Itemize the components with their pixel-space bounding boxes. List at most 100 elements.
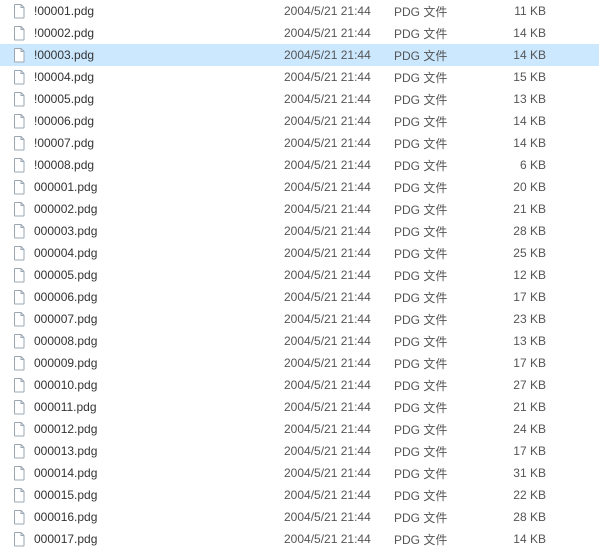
- file-name-cell[interactable]: !00003.pdg: [4, 47, 284, 63]
- file-row[interactable]: 000004.pdg2004/5/21 21:44PDG 文件25 KB: [0, 242, 599, 264]
- file-name-cell[interactable]: 000008.pdg: [4, 333, 284, 349]
- file-name: 000011.pdg: [34, 400, 97, 414]
- file-row[interactable]: 000003.pdg2004/5/21 21:44PDG 文件28 KB: [0, 220, 599, 242]
- file-name-cell[interactable]: 000001.pdg: [4, 179, 284, 195]
- file-name-cell[interactable]: !00002.pdg: [4, 25, 284, 41]
- file-size: 31 KB: [484, 466, 554, 480]
- file-type: PDG 文件: [394, 355, 484, 372]
- file-type: PDG 文件: [394, 179, 484, 196]
- file-name-cell[interactable]: 000009.pdg: [4, 355, 284, 371]
- file-name: 000004.pdg: [34, 246, 97, 260]
- file-type: PDG 文件: [394, 333, 484, 350]
- file-name: 000014.pdg: [34, 466, 97, 480]
- file-icon: [12, 91, 28, 107]
- file-date: 2004/5/21 21:44: [284, 268, 394, 282]
- file-name-cell[interactable]: 000015.pdg: [4, 487, 284, 503]
- file-size: 13 KB: [484, 334, 554, 348]
- file-date: 2004/5/21 21:44: [284, 290, 394, 304]
- file-row[interactable]: 000006.pdg2004/5/21 21:44PDG 文件17 KB: [0, 286, 599, 308]
- file-row[interactable]: 000015.pdg2004/5/21 21:44PDG 文件22 KB: [0, 484, 599, 506]
- file-row[interactable]: !00002.pdg2004/5/21 21:44PDG 文件14 KB: [0, 22, 599, 44]
- file-name: 000008.pdg: [34, 334, 97, 348]
- file-size: 17 KB: [484, 356, 554, 370]
- file-date: 2004/5/21 21:44: [284, 158, 394, 172]
- file-row[interactable]: 000011.pdg2004/5/21 21:44PDG 文件21 KB: [0, 396, 599, 418]
- file-row[interactable]: 000016.pdg2004/5/21 21:44PDG 文件28 KB: [0, 506, 599, 528]
- file-date: 2004/5/21 21:44: [284, 114, 394, 128]
- file-name-cell[interactable]: 000016.pdg: [4, 509, 284, 525]
- file-date: 2004/5/21 21:44: [284, 136, 394, 150]
- file-name-cell[interactable]: !00005.pdg: [4, 91, 284, 107]
- file-date: 2004/5/21 21:44: [284, 400, 394, 414]
- file-size: 13 KB: [484, 92, 554, 106]
- file-row[interactable]: 000009.pdg2004/5/21 21:44PDG 文件17 KB: [0, 352, 599, 374]
- file-name-cell[interactable]: !00006.pdg: [4, 113, 284, 129]
- file-size: 28 KB: [484, 510, 554, 524]
- file-date: 2004/5/21 21:44: [284, 532, 394, 546]
- file-type: PDG 文件: [394, 201, 484, 218]
- file-name-cell[interactable]: 000005.pdg: [4, 267, 284, 283]
- file-name: !00002.pdg: [34, 26, 94, 40]
- file-name: !00006.pdg: [34, 114, 94, 128]
- file-type: PDG 文件: [394, 135, 484, 152]
- file-type: PDG 文件: [394, 113, 484, 130]
- file-name-cell[interactable]: 000004.pdg: [4, 245, 284, 261]
- file-row[interactable]: !00004.pdg2004/5/21 21:44PDG 文件15 KB: [0, 66, 599, 88]
- file-size: 17 KB: [484, 444, 554, 458]
- file-type: PDG 文件: [394, 69, 484, 86]
- file-icon: [12, 179, 28, 195]
- file-row[interactable]: 000002.pdg2004/5/21 21:44PDG 文件21 KB: [0, 198, 599, 220]
- file-name: 000009.pdg: [34, 356, 97, 370]
- file-row[interactable]: 000017.pdg2004/5/21 21:44PDG 文件14 KB: [0, 528, 599, 550]
- file-row[interactable]: !00007.pdg 2004/5/21 21:44PDG 文件14 KB: [0, 132, 599, 154]
- file-size: 21 KB: [484, 202, 554, 216]
- file-name-cell[interactable]: 000013.pdg: [4, 443, 284, 459]
- file-icon: [12, 25, 28, 41]
- file-name: !00004.pdg: [34, 70, 94, 84]
- file-name-cell[interactable]: !00007.pdg: [4, 135, 284, 151]
- file-name-cell[interactable]: 000012.pdg: [4, 421, 284, 437]
- file-size: 14 KB: [484, 114, 554, 128]
- file-date: 2004/5/21 21:44: [284, 510, 394, 524]
- file-date: 2004/5/21 21:44: [284, 422, 394, 436]
- file-icon: [12, 531, 28, 547]
- file-name-cell[interactable]: 000011.pdg: [4, 399, 284, 415]
- file-name-cell[interactable]: !00008.pdg: [4, 157, 284, 173]
- file-name: !00007.pdg: [34, 136, 94, 150]
- file-row[interactable]: 000013.pdg2004/5/21 21:44PDG 文件17 KB: [0, 440, 599, 462]
- file-size: 14 KB: [484, 48, 554, 62]
- file-row[interactable]: 000005.pdg2004/5/21 21:44PDG 文件12 KB: [0, 264, 599, 286]
- file-date: 2004/5/21 21:44: [284, 202, 394, 216]
- file-row[interactable]: 000012.pdg2004/5/21 21:44PDG 文件24 KB: [0, 418, 599, 440]
- file-name-cell[interactable]: 000003.pdg: [4, 223, 284, 239]
- file-type: PDG 文件: [394, 399, 484, 416]
- file-icon: [12, 465, 28, 481]
- file-name-cell[interactable]: 000010.pdg: [4, 377, 284, 393]
- file-row[interactable]: 000010.pdg2004/5/21 21:44PDG 文件27 KB: [0, 374, 599, 396]
- file-row[interactable]: !00008.pdg2004/5/21 21:44PDG 文件6 KB: [0, 154, 599, 176]
- file-icon: [12, 487, 28, 503]
- file-row[interactable]: !00003.pdg2004/5/21 21:44PDG 文件14 KB: [0, 44, 599, 66]
- file-size: 14 KB: [484, 136, 554, 150]
- file-type: PDG 文件: [394, 245, 484, 262]
- file-name-cell[interactable]: 000014.pdg: [4, 465, 284, 481]
- file-row[interactable]: 000007.pdg2004/5/21 21:44PDG 文件23 KB: [0, 308, 599, 330]
- file-name-cell[interactable]: 000017.pdg: [4, 531, 284, 547]
- file-name-cell[interactable]: 000007.pdg: [4, 311, 284, 327]
- file-icon: [12, 311, 28, 327]
- file-row[interactable]: 000014.pdg2004/5/21 21:44PDG 文件31 KB: [0, 462, 599, 484]
- file-name-cell[interactable]: !00004.pdg: [4, 69, 284, 85]
- file-name: 000015.pdg: [34, 488, 97, 502]
- file-name-cell[interactable]: !00001.pdg: [4, 3, 284, 19]
- file-name-cell[interactable]: 000002.pdg: [4, 201, 284, 217]
- file-size: 24 KB: [484, 422, 554, 436]
- file-row[interactable]: 000001.pdg2004/5/21 21:44PDG 文件20 KB: [0, 176, 599, 198]
- file-row[interactable]: 000008.pdg2004/5/21 21:44PDG 文件13 KB: [0, 330, 599, 352]
- file-row[interactable]: !00005.pdg2004/5/21 21:44PDG 文件13 KB: [0, 88, 599, 110]
- file-list[interactable]: !00001.pdg2004/5/21 21:44PDG 文件11 KB!000…: [0, 0, 599, 550]
- file-name-cell[interactable]: 000006.pdg: [4, 289, 284, 305]
- file-row[interactable]: !00001.pdg2004/5/21 21:44PDG 文件11 KB: [0, 0, 599, 22]
- file-date: 2004/5/21 21:44: [284, 488, 394, 502]
- file-row[interactable]: !00006.pdg 2004/5/21 21:44PDG 文件14 KB: [0, 110, 599, 132]
- file-icon: [12, 135, 28, 151]
